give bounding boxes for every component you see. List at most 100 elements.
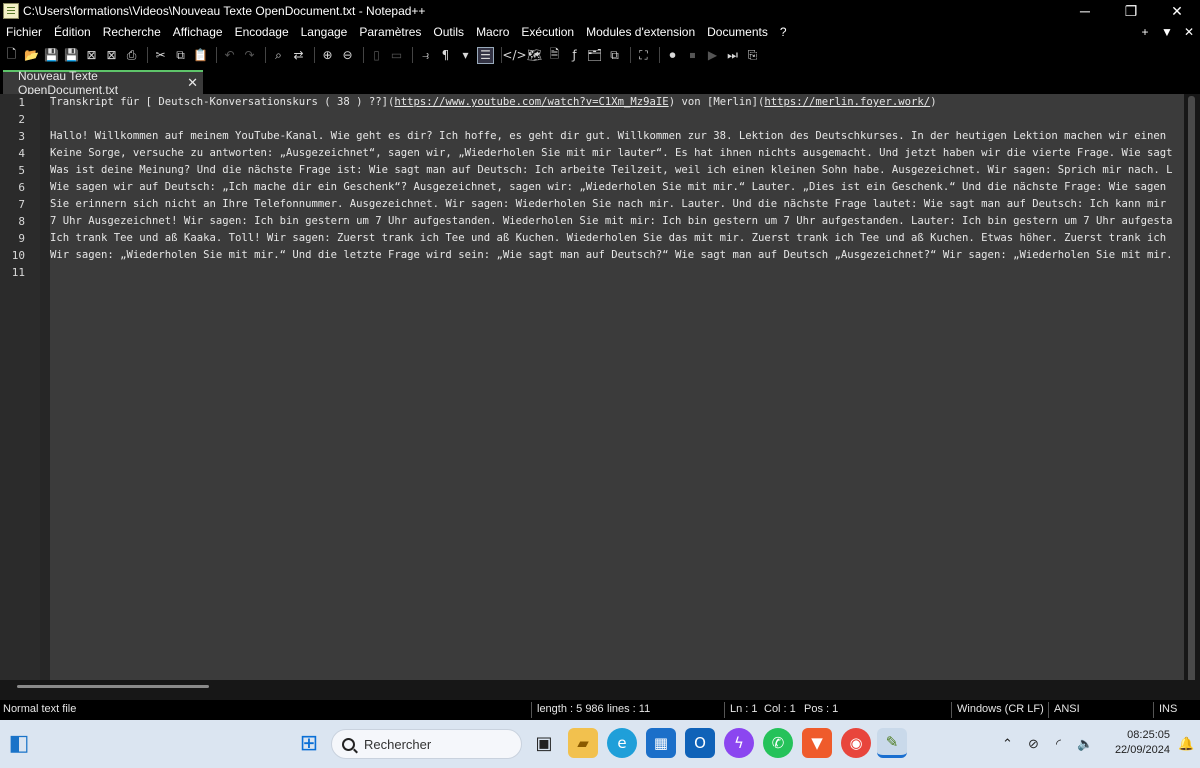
function-list-icon[interactable]: ƒ xyxy=(566,47,583,64)
dropdown-chevron-icon[interactable]: ▾ xyxy=(457,47,474,64)
find-icon[interactable]: ⌕ xyxy=(270,47,287,64)
scroll-thumb[interactable] xyxy=(17,685,209,688)
clock[interactable]: 08:25:05 22/09/2024 xyxy=(1100,728,1170,758)
eol-label[interactable]: Windows (CR LF) xyxy=(957,703,1044,715)
new-tab-button[interactable]: + xyxy=(1134,25,1156,39)
widgets-icon[interactable]: ◧ xyxy=(4,728,34,758)
text-segment: ) xyxy=(930,96,937,108)
text-area[interactable]: Transkript für [ Deutsch-Konversationsku… xyxy=(50,94,1184,680)
line-number: 6 xyxy=(18,181,25,194)
brave-icon[interactable]: ▼ xyxy=(802,728,832,758)
hyperlink[interactable]: https://merlin.foyer.work/ xyxy=(764,96,930,108)
close-button[interactable]: ✕ xyxy=(1154,0,1200,22)
paste-icon[interactable]: 📋 xyxy=(192,47,209,64)
network-off-icon[interactable]: ⊘ xyxy=(1028,720,1039,768)
menu-recherche[interactable]: Recherche xyxy=(97,25,167,39)
line-number: 10 xyxy=(11,249,25,262)
print-icon[interactable]: ⎙ xyxy=(123,47,140,64)
whatsapp-icon[interactable]: ✆ xyxy=(763,728,793,758)
doc-list-icon[interactable]: 🗎 xyxy=(546,47,563,64)
minimize-button[interactable]: ─ xyxy=(1062,0,1108,22)
doc-map-icon[interactable]: 🗺 xyxy=(526,47,543,64)
save-all-icon[interactable]: 💾 xyxy=(63,47,80,64)
file-type-label: Normal text file xyxy=(3,703,77,715)
menu-macro[interactable]: Macro xyxy=(470,25,515,39)
menu-langage[interactable]: Langage xyxy=(295,25,354,39)
toolbar-separator xyxy=(314,47,315,63)
save-macro-icon[interactable]: ⎘ xyxy=(744,47,761,64)
fold-margin xyxy=(40,94,50,680)
chrome-icon[interactable]: ◉ xyxy=(841,728,871,758)
save-icon[interactable]: 💾 xyxy=(43,47,60,64)
menu-encodage[interactable]: Encodage xyxy=(229,25,295,39)
tab-close-icon[interactable]: ✕ xyxy=(187,75,198,91)
task-view-icon[interactable]: ▣ xyxy=(529,728,559,758)
open-file-icon[interactable]: 📂 xyxy=(23,47,40,64)
close-file-icon[interactable]: ⊠ xyxy=(83,47,100,64)
menu-parametres[interactable]: Paramètres xyxy=(353,25,427,39)
outlook-icon[interactable]: O xyxy=(685,728,715,758)
notepadpp-taskbar-icon[interactable]: ✎ xyxy=(877,728,907,758)
menu-execution[interactable]: Exécution xyxy=(515,25,580,39)
toolbar-separator xyxy=(659,47,660,63)
replace-icon[interactable]: ⇄ xyxy=(290,47,307,64)
redo-icon[interactable]: ↷ xyxy=(241,47,258,64)
play-macro-icon[interactable]: ▶ xyxy=(704,47,721,64)
col-label: Col : 1 xyxy=(764,703,796,715)
line-number: 2 xyxy=(18,113,25,126)
menu-edition[interactable]: Édition xyxy=(48,25,97,39)
search-box[interactable]: Rechercher xyxy=(331,729,522,759)
file-explorer-icon[interactable]: ▰ xyxy=(568,728,598,758)
tab-nouveau-texte[interactable]: Nouveau Texte OpenDocument.txt ✕ xyxy=(3,69,203,97)
edge-icon[interactable]: e xyxy=(607,728,637,758)
run-macro-multiple-icon[interactable]: ⏭ xyxy=(724,47,741,64)
menu-modules[interactable]: Modules d'extension xyxy=(580,25,701,39)
zoom-in-icon[interactable]: ⊕ xyxy=(319,47,336,64)
tab-list-button[interactable]: ▼ xyxy=(1156,25,1178,39)
sync-horizontal-icon[interactable]: ▭ xyxy=(388,47,405,64)
menu-documents[interactable]: Documents xyxy=(701,25,774,39)
start-icon[interactable]: ⊞ xyxy=(294,728,324,758)
focus-mode-icon[interactable]: ⛶ xyxy=(635,47,652,64)
menu-help[interactable]: ? xyxy=(774,25,793,39)
show-all-chars-icon[interactable]: ¶ xyxy=(437,47,454,64)
new-file-icon[interactable]: 🗋 xyxy=(3,47,20,64)
sync-vertical-icon[interactable]: ▯ xyxy=(368,47,385,64)
zoom-out-icon[interactable]: ⊖ xyxy=(339,47,356,64)
volume-icon[interactable]: 🔈 xyxy=(1077,720,1093,768)
encoding-label[interactable]: ANSI xyxy=(1054,703,1080,715)
notification-bell-icon[interactable]: 🔔 xyxy=(1178,720,1194,768)
toolbar-separator xyxy=(265,47,266,63)
stop-macro-icon[interactable]: ⏹ xyxy=(684,47,701,64)
search-icon xyxy=(342,737,355,751)
menu-affichage[interactable]: Affichage xyxy=(167,25,229,39)
record-macro-icon[interactable]: ⏺ xyxy=(664,47,681,64)
close-doc-button[interactable]: ✕ xyxy=(1178,25,1200,39)
menu-fichier[interactable]: Fichier xyxy=(0,25,48,39)
hyperlink[interactable]: https://www.youtube.com/watch?v=C1Xm_Mz9… xyxy=(394,96,668,108)
lang-tag-icon[interactable]: </> xyxy=(502,47,526,64)
messenger-icon[interactable]: ϟ xyxy=(724,728,754,758)
scroll-thumb[interactable] xyxy=(1188,96,1195,686)
monitoring-icon[interactable]: ⧉ xyxy=(606,47,623,64)
maximize-button[interactable]: ❐ xyxy=(1108,0,1154,22)
toolbar-separator xyxy=(630,47,631,63)
notepad-icon xyxy=(3,3,19,19)
word-wrap-icon[interactable]: ⥽ xyxy=(417,47,434,64)
wifi-icon[interactable]: ◜ xyxy=(1056,720,1061,768)
undo-icon[interactable]: ↶ xyxy=(221,47,238,64)
vertical-scrollbar[interactable] xyxy=(1184,94,1200,686)
cut-icon[interactable]: ✂ xyxy=(152,47,169,64)
windows-taskbar: ◧ ⊞ Rechercher ▣ ▰ e ▦ O ϟ ✆ ▼ ◉ ✎ ⌃ ⊘ ◜… xyxy=(0,720,1200,768)
tray-overflow-icon[interactable]: ⌃ xyxy=(1002,720,1013,768)
menu-outils[interactable]: Outils xyxy=(427,25,470,39)
line-number: 11 xyxy=(11,266,25,279)
folder-workspace-icon[interactable]: 🗂 xyxy=(586,47,603,64)
horizontal-scrollbar[interactable] xyxy=(0,680,1200,700)
indent-guide-icon[interactable]: ☰ xyxy=(477,46,494,64)
code-line: Wie sagen wir auf Deutsch: „Ich mache di… xyxy=(50,181,1167,193)
copy-icon[interactable]: ⧉ xyxy=(172,47,189,64)
store-icon[interactable]: ▦ xyxy=(646,728,676,758)
close-all-icon[interactable]: ⊠ xyxy=(103,47,120,64)
insert-mode-label[interactable]: INS xyxy=(1159,703,1177,715)
